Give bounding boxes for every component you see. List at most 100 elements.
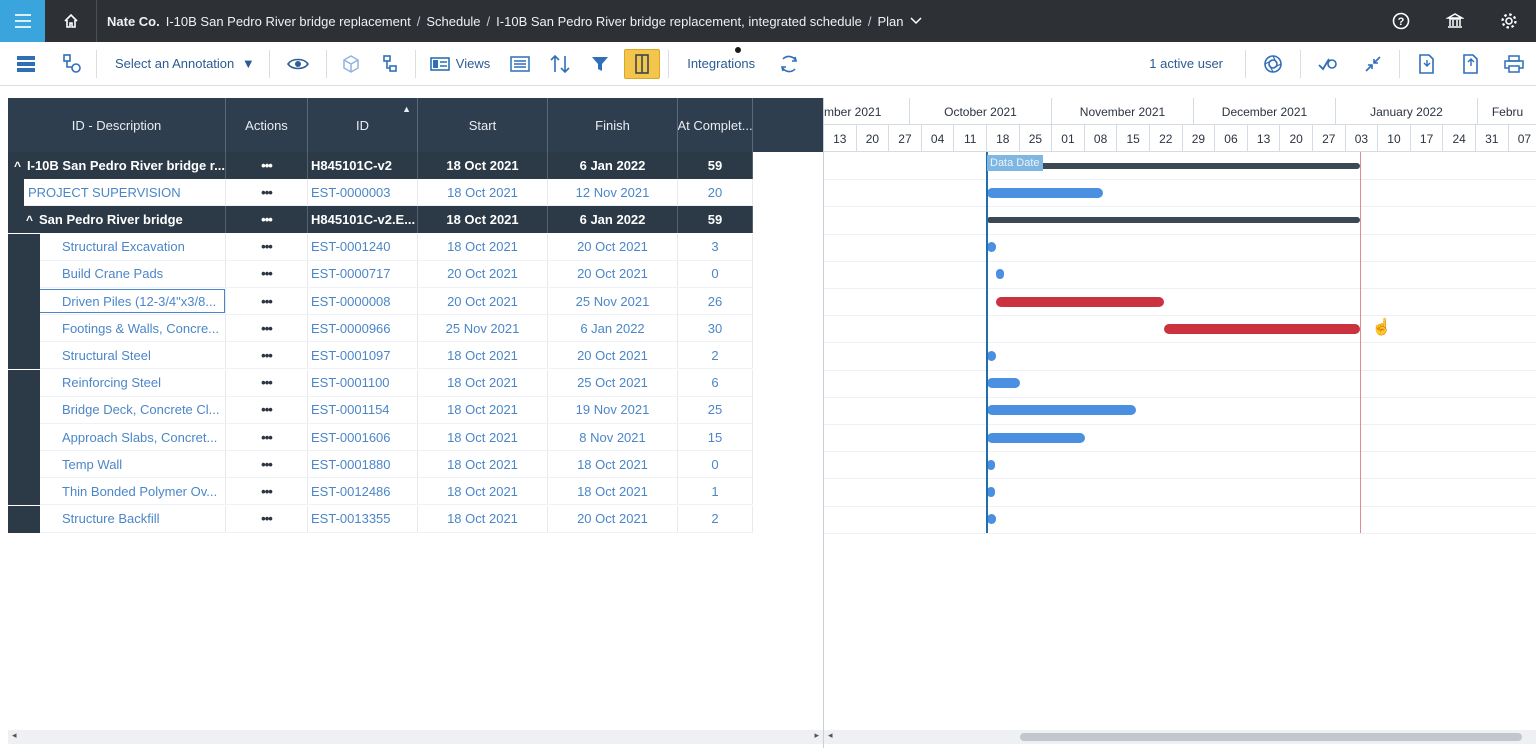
task-bar[interactable] bbox=[987, 514, 997, 525]
col-header-description[interactable]: ID - Description bbox=[8, 98, 226, 152]
views-button[interactable]: Views bbox=[420, 56, 500, 71]
hierarchy-settings-icon[interactable] bbox=[52, 42, 92, 86]
actions-menu-icon[interactable]: ••• bbox=[226, 260, 308, 287]
col-header-actions[interactable]: Actions bbox=[226, 98, 308, 152]
gantt-scroll-thumb[interactable] bbox=[1020, 733, 1522, 741]
task-bar[interactable] bbox=[996, 269, 1005, 280]
gantt-horizontal-scrollbar[interactable]: ◂ bbox=[824, 730, 1536, 744]
active-users[interactable]: 1 active user bbox=[1139, 56, 1241, 71]
actions-menu-icon[interactable]: ••• bbox=[226, 315, 308, 342]
cube-icon[interactable] bbox=[331, 42, 371, 86]
list-icon[interactable] bbox=[500, 42, 540, 86]
table-row[interactable]: Structural Excavation ••• EST-0001240 18 Oc… bbox=[8, 233, 753, 261]
table-row[interactable]: Structural Steel ••• EST-0001097 18 Oct 202… bbox=[8, 342, 753, 370]
task-bar[interactable] bbox=[987, 432, 1085, 443]
import-document-icon[interactable] bbox=[1404, 42, 1448, 86]
scroll-left-icon[interactable]: ◂ bbox=[12, 730, 17, 741]
table-row[interactable]: Structure Backfill ••• EST-0013355 18 Oct 2… bbox=[8, 505, 753, 533]
task-bar[interactable] bbox=[987, 351, 997, 361]
description-text[interactable]: Structure Backfill bbox=[62, 511, 160, 526]
actions-menu-icon[interactable]: ••• bbox=[226, 206, 308, 234]
data-date-line[interactable] bbox=[986, 152, 988, 533]
table-row[interactable]: Approach Slabs, Concret... ••• EST-0001606… bbox=[8, 424, 753, 451]
actions-menu-icon[interactable]: ••• bbox=[226, 369, 308, 396]
table-row[interactable]: Reinforcing Steel ••• EST-0001100 18 Oct 20… bbox=[8, 369, 753, 397]
gear-icon[interactable] bbox=[1482, 0, 1536, 42]
help-icon[interactable]: ? bbox=[1374, 0, 1428, 42]
summary-bar[interactable] bbox=[987, 217, 1360, 223]
annotation-dropdown[interactable]: Select an Annotation ▼ bbox=[101, 56, 265, 71]
description-text[interactable]: Temp Wall bbox=[62, 457, 122, 472]
scroll-right-icon[interactable]: ▸ bbox=[814, 730, 819, 741]
summary-bar[interactable] bbox=[987, 162, 1360, 169]
eye-icon[interactable] bbox=[274, 42, 322, 86]
breadcrumb-item[interactable]: Schedule bbox=[426, 14, 480, 29]
grid-horizontal-scrollbar[interactable]: ◂ ▸ bbox=[8, 730, 823, 744]
export-document-icon[interactable] bbox=[1448, 42, 1492, 86]
table-row[interactable]: Build Crane Pads ••• EST-0000717 20 Oct 202… bbox=[8, 260, 753, 288]
table-row[interactable]: Bridge Deck, Concrete Cl... ••• EST-000115… bbox=[8, 396, 753, 424]
description-text[interactable]: San Pedro River bridge bbox=[39, 212, 183, 227]
table-row[interactable]: Footings & Walls, Concre... ••• EST-000096… bbox=[8, 315, 753, 343]
description-text[interactable]: Structural Steel bbox=[62, 348, 151, 363]
home-icon[interactable] bbox=[45, 0, 97, 42]
col-header-finish[interactable]: Finish bbox=[548, 98, 678, 152]
description-text[interactable]: Driven Piles (12-3/4"x3/8... bbox=[62, 294, 216, 309]
aperture-icon[interactable] bbox=[1250, 42, 1296, 86]
table-row[interactable]: Driven Piles (12-3/4"x3/8... ••• EST-00000… bbox=[8, 288, 753, 315]
description-text[interactable]: Structural Excavation bbox=[62, 239, 185, 254]
col-header-id[interactable]: ID ▲ bbox=[308, 98, 418, 152]
actions-menu-icon[interactable]: ••• bbox=[226, 179, 308, 206]
description-text[interactable]: Thin Bonded Polymer Ov... bbox=[62, 484, 217, 499]
description-text[interactable]: Footings & Walls, Concre... bbox=[62, 321, 219, 336]
critical-task-bar[interactable] bbox=[1163, 323, 1360, 334]
summary-row[interactable]: ^ San Pedro River bridge ••• H845101C-v2.E.… bbox=[8, 206, 753, 234]
actions-menu-icon[interactable]: ••• bbox=[226, 288, 308, 314]
column-toggle-icon[interactable] bbox=[624, 48, 661, 79]
table-row[interactable]: Temp Wall ••• EST-0001880 18 Oct 2021 18 Oct… bbox=[8, 451, 753, 479]
actions-menu-icon[interactable]: ••• bbox=[226, 451, 308, 478]
actions-menu-icon[interactable]: ••• bbox=[226, 342, 308, 369]
layers-icon[interactable] bbox=[0, 42, 52, 86]
collapse-chevron-icon[interactable]: ^ bbox=[14, 159, 21, 173]
breadcrumb-item[interactable]: I-10B San Pedro River bridge replacement… bbox=[496, 14, 862, 29]
filter-icon[interactable] bbox=[580, 42, 620, 86]
actions-menu-icon[interactable]: ••• bbox=[226, 505, 308, 532]
actions-menu-icon[interactable]: ••• bbox=[226, 233, 308, 260]
sort-icon[interactable] bbox=[540, 42, 580, 86]
actions-menu-icon[interactable]: ••• bbox=[226, 478, 308, 505]
description-text[interactable]: Bridge Deck, Concrete Cl... bbox=[62, 402, 220, 417]
actions-menu-icon[interactable]: ••• bbox=[226, 152, 308, 179]
task-bar[interactable] bbox=[987, 378, 1020, 389]
sync-icon[interactable] bbox=[769, 42, 809, 86]
table-row[interactable]: PROJECT SUPERVISION ••• EST-0000003 18 Oct … bbox=[8, 179, 753, 207]
collapse-chevron-icon[interactable]: ^ bbox=[26, 213, 33, 227]
actions-menu-icon[interactable]: ••• bbox=[226, 424, 308, 450]
description-text[interactable]: PROJECT SUPERVISION bbox=[28, 185, 181, 200]
bank-icon[interactable] bbox=[1428, 0, 1482, 42]
task-bar[interactable] bbox=[987, 242, 997, 253]
chevron-down-icon[interactable] bbox=[909, 14, 922, 29]
task-bar[interactable] bbox=[987, 459, 995, 470]
description-text[interactable]: I-10B San Pedro River bridge r... bbox=[27, 158, 225, 173]
critical-task-bar[interactable] bbox=[996, 296, 1164, 307]
description-text[interactable]: Approach Slabs, Concret... bbox=[62, 430, 217, 445]
integrations-button[interactable]: Integrations bbox=[673, 47, 769, 71]
collapse-arrows-icon[interactable] bbox=[1351, 42, 1395, 86]
breadcrumb-item[interactable]: Plan bbox=[877, 14, 903, 29]
description-text[interactable]: Build Crane Pads bbox=[62, 266, 163, 281]
col-header-at-completion[interactable]: At Complet... bbox=[678, 98, 753, 152]
hamburger-menu-icon[interactable] bbox=[0, 0, 45, 42]
print-icon[interactable] bbox=[1492, 42, 1536, 86]
check-view-icon[interactable] bbox=[1305, 42, 1351, 86]
task-bar[interactable] bbox=[987, 187, 1104, 198]
scroll-left-icon[interactable]: ◂ bbox=[828, 730, 833, 741]
description-text[interactable]: Reinforcing Steel bbox=[62, 375, 161, 390]
outline-icon[interactable] bbox=[371, 42, 411, 86]
col-header-start[interactable]: Start bbox=[418, 98, 548, 152]
table-row[interactable]: Thin Bonded Polymer Ov... ••• EST-0012486 1… bbox=[8, 478, 753, 506]
summary-row[interactable]: ^ I-10B San Pedro River bridge r... ••• H84… bbox=[8, 152, 753, 179]
actions-menu-icon[interactable]: ••• bbox=[226, 396, 308, 423]
task-bar[interactable] bbox=[987, 405, 1137, 416]
breadcrumb-item[interactable]: I-10B San Pedro River bridge replacement bbox=[166, 14, 411, 29]
